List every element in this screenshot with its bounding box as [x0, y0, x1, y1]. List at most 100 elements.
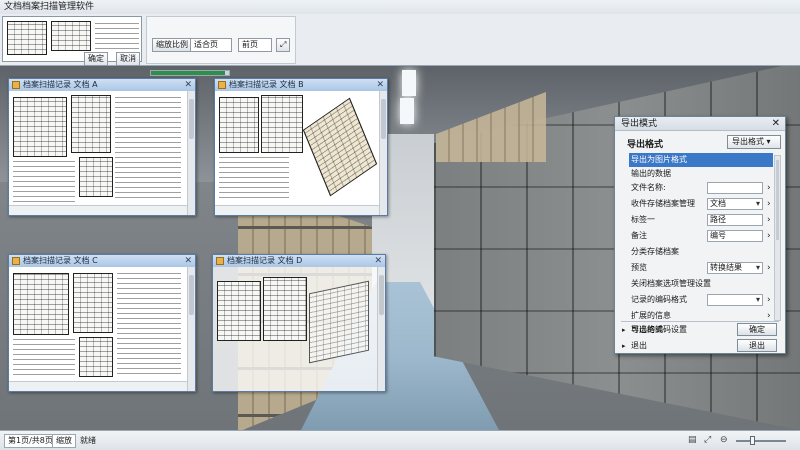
status-bar: 第1页/共8页 缩放 就绪 ▤ ⤢ ⊖ — [0, 430, 800, 450]
chevron-right-icon[interactable]: › — [767, 213, 771, 227]
divider — [621, 321, 779, 322]
encoding-select[interactable] — [707, 294, 763, 306]
vertical-scrollbar[interactable] — [379, 91, 387, 215]
zoom-out-icon[interactable]: ⊖ — [720, 435, 728, 445]
scanned-drawing — [79, 337, 113, 377]
close-icon[interactable]: ✕ — [376, 79, 384, 91]
document-icon — [12, 257, 20, 265]
option-row[interactable]: 记录的编码格式 › — [631, 293, 781, 307]
chevron-right-icon[interactable]: › — [767, 261, 771, 275]
ceiling-light — [402, 70, 416, 96]
option-row[interactable]: 分类存储档案 — [631, 245, 781, 259]
document-titlebar[interactable]: 档案扫描记录 文档 B ✕ — [215, 79, 387, 91]
document-window-b[interactable]: 档案扫描记录 文档 B ✕ — [214, 78, 388, 216]
document-title: 档案扫描记录 文档 A — [23, 80, 98, 89]
option-label: 导出为图片格式 — [631, 155, 687, 164]
option-label: 分类存储档案 — [631, 247, 679, 256]
option-label: 扩展的信息 — [631, 311, 671, 320]
format-label: 导出格式 — [627, 140, 664, 150]
chevron-right-icon[interactable]: › — [767, 229, 771, 243]
cancel-button[interactable]: 取消 — [116, 52, 140, 66]
filename-input[interactable] — [707, 182, 763, 194]
option-row[interactable]: 关闭档案选项管理设置 — [631, 277, 781, 291]
scanned-drawing — [13, 273, 69, 335]
section-export-format[interactable]: ▸ 导出格式 — [621, 323, 741, 337]
close-icon[interactable]: ✕ — [374, 255, 382, 267]
document-title: 档案扫描记录 文档 B — [229, 80, 304, 89]
format-dropdown[interactable]: 导出格式 ▾ — [727, 135, 781, 149]
thumbnail-text — [95, 23, 139, 53]
scanned-drawing — [261, 95, 303, 153]
vertical-scrollbar[interactable] — [187, 91, 195, 215]
close-icon[interactable]: ✕ — [772, 117, 780, 131]
page-indicator[interactable]: 第1页/共8页 — [4, 434, 57, 448]
document-window-c[interactable]: 档案扫描记录 文档 C ✕ — [8, 254, 196, 392]
preview-select[interactable]: 转换结果 — [707, 262, 763, 274]
zoom-select[interactable]: 适合页 — [190, 38, 232, 52]
export-dialog: 导出模式 ✕ 导出格式 导出格式 ▾ 导出为图片格式 输出的数据 文件名称: ›… — [614, 116, 786, 354]
note-input[interactable]: 编号 — [707, 230, 763, 242]
scanned-drawing-perspective — [302, 97, 378, 197]
document-footer — [9, 381, 187, 391]
section-label: 导出格式 — [631, 325, 663, 334]
vertical-scrollbar[interactable] — [377, 267, 385, 391]
option-row[interactable]: 导出为图片格式 — [629, 153, 773, 167]
scanned-text — [219, 157, 289, 201]
chevron-right-icon[interactable]: › — [767, 197, 771, 211]
page-select[interactable]: 前页 — [238, 38, 272, 52]
zoom-slider[interactable] — [736, 436, 786, 445]
confirm-button[interactable]: 确定 — [737, 323, 777, 336]
option-row[interactable]: 标签一 路径 › — [631, 213, 781, 227]
app-title: 文档档案扫描管理软件 — [0, 0, 800, 14]
ok-button[interactable]: 确定 — [84, 52, 108, 66]
option-row[interactable]: 文件名称: › — [631, 181, 781, 195]
dialog-titlebar[interactable]: 导出模式 ✕ — [615, 117, 785, 131]
section-exit[interactable]: ▸ 退出 — [621, 339, 741, 353]
scanned-drawing — [13, 97, 67, 157]
document-icon — [218, 81, 226, 89]
scanned-drawing-perspective — [309, 280, 369, 364]
option-row[interactable]: 预览 转换结果 › — [631, 261, 781, 275]
document-titlebar[interactable]: 档案扫描记录 文档 D ✕ — [213, 255, 385, 267]
toolbar-ribbon: 确定 取消 缩放比例 适合页 前页 ⤢ — [0, 14, 800, 76]
document-titlebar[interactable]: 档案扫描记录 文档 A ✕ — [9, 79, 195, 91]
vertical-scrollbar[interactable] — [187, 267, 195, 391]
page-icon[interactable]: ▤ — [688, 435, 697, 445]
expand-icon[interactable]: ⤢ — [704, 435, 711, 445]
document-window-d[interactable]: 档案扫描记录 文档 D ✕ — [212, 254, 386, 392]
thumbnail-sketch — [51, 21, 91, 51]
scanned-text — [115, 97, 181, 201]
document-title: 档案扫描记录 文档 C — [23, 256, 98, 265]
tag-input[interactable]: 路径 — [707, 214, 763, 226]
scanned-drawing — [71, 95, 111, 153]
close-icon[interactable]: ✕ — [184, 255, 192, 267]
option-row[interactable]: 收件存储档案管理 文档 › — [631, 197, 781, 211]
document-window-a[interactable]: 档案扫描记录 文档 A ✕ — [8, 78, 196, 216]
chevron-right-icon[interactable]: › — [767, 293, 771, 307]
option-label: 关闭档案选项管理设置 — [631, 279, 711, 288]
document-titlebar[interactable]: 档案扫描记录 文档 C ✕ — [9, 255, 195, 267]
storage-select[interactable]: 文档 — [707, 198, 763, 210]
option-row[interactable]: 输出的数据 — [631, 167, 781, 181]
zoom-button[interactable]: 缩放 — [52, 434, 76, 448]
option-row[interactable]: 备注 编号 › — [631, 229, 781, 243]
view-scale-button[interactable]: 缩放比例 — [152, 38, 192, 52]
section-label: 退出 — [631, 341, 647, 350]
scanned-drawing — [79, 157, 113, 197]
zoom-slider-handle[interactable] — [749, 436, 755, 445]
thumbnail-sketch — [7, 21, 47, 55]
document-content — [215, 91, 379, 215]
scanned-drawing — [263, 277, 307, 341]
exit-button[interactable]: 退出 — [737, 339, 777, 352]
scan-progress-bar — [150, 70, 230, 76]
chevron-right-icon[interactable]: › — [767, 181, 771, 195]
document-footer — [215, 205, 379, 215]
fit-screen-icon[interactable]: ⤢ — [276, 38, 291, 52]
scanned-text — [13, 339, 75, 379]
option-label: 文件名称: — [631, 183, 666, 192]
dialog-scrollbar[interactable] — [774, 155, 781, 321]
close-icon[interactable]: ✕ — [184, 79, 192, 91]
document-title: 档案扫描记录 文档 D — [227, 256, 303, 265]
main-application-window: 文档档案扫描管理软件 确定 取消 缩放比例 适合页 前页 ⤢ — [0, 0, 800, 76]
scanned-drawing — [219, 97, 259, 153]
